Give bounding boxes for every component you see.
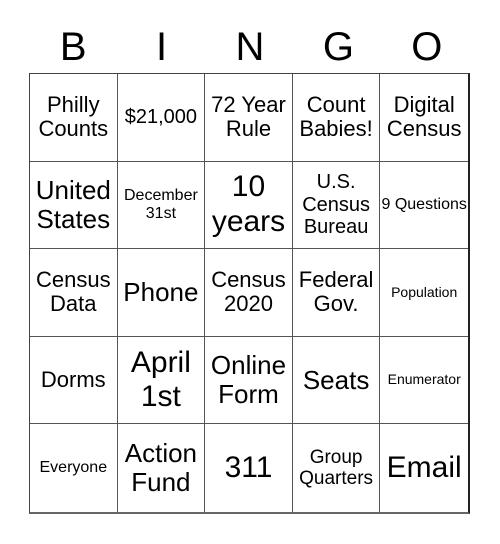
bingo-cell[interactable]: Population: [380, 249, 468, 337]
header-letter-g: G: [322, 25, 354, 69]
bingo-cell[interactable]: Enumerator: [380, 337, 468, 425]
bingo-cell[interactable]: Everyone: [30, 424, 118, 512]
bingo-cell-text: Everyone: [39, 459, 108, 477]
bingo-cell[interactable]: Group Quarters: [293, 424, 381, 512]
bingo-header: B I N G O: [29, 22, 471, 72]
bingo-card-grid: Philly Counts $21,000 72 Year Rule Count Ba…: [29, 73, 470, 514]
bingo-cell-text: 10 years: [211, 170, 286, 238]
bingo-cell[interactable]: 10 years: [205, 161, 293, 250]
bingo-cell-text: Population: [391, 283, 458, 300]
bingo-cell-text: Enumerator: [387, 371, 461, 388]
bingo-cell[interactable]: Count Babies!: [292, 74, 381, 162]
bingo-cell-text: 311: [224, 450, 273, 484]
bingo-cell-text: Census 2020: [211, 266, 286, 317]
bingo-cell-text: U.S. Census Bureau: [302, 171, 370, 239]
bingo-cell-text: Action Fund: [124, 438, 198, 498]
bingo-cell-text: $21,000: [124, 106, 198, 129]
header-letter-b: B: [59, 25, 87, 69]
bingo-cell-text: Dorms: [40, 366, 106, 392]
bingo-cell-text: Phone: [123, 276, 199, 307]
bingo-cell[interactable]: Seats: [292, 336, 381, 425]
bingo-cell[interactable]: Email: [380, 424, 468, 512]
bingo-cell[interactable]: Online Form: [205, 336, 293, 425]
bingo-cell[interactable]: U.S. Census Bureau: [292, 161, 381, 250]
bingo-cell[interactable]: $21,000: [117, 74, 206, 162]
header-letter-i: I: [156, 25, 168, 69]
bingo-cell[interactable]: Census Data: [30, 249, 118, 337]
bingo-cell[interactable]: United States: [30, 161, 118, 250]
bingo-cell[interactable]: Census 2020: [205, 249, 293, 337]
bingo-cell-text: Online Form: [210, 349, 287, 410]
bingo-cell[interactable]: 311: [205, 424, 293, 512]
bingo-cell-text: Seats: [302, 364, 370, 395]
bingo-cell-text: Count Babies!: [299, 91, 373, 142]
bingo-cell[interactable]: 72 Year Rule: [205, 74, 293, 162]
bingo-cell[interactable]: December 31st: [117, 161, 206, 250]
bingo-cell-text: 9 Questions: [381, 195, 467, 213]
bingo-cell[interactable]: Federal Gov.: [292, 249, 381, 337]
header-letter-o: O: [411, 25, 443, 69]
bingo-cell[interactable]: Action Fund: [118, 424, 206, 512]
bingo-cell[interactable]: Dorms: [30, 336, 118, 425]
bingo-cell-text: April 1st: [130, 345, 191, 414]
bingo-cell-text: 72 Year Rule: [211, 91, 286, 142]
bingo-cell-text: Philly Counts: [38, 91, 109, 142]
bingo-cell-text: December 31st: [123, 186, 198, 222]
header-letter-n: N: [235, 25, 265, 69]
bingo-cell-text: United States: [35, 174, 111, 234]
bingo-cell-text: Email: [386, 450, 462, 484]
bingo-cell-text: Digital Census: [386, 91, 462, 142]
bingo-cell[interactable]: 9 Questions: [380, 162, 468, 250]
bingo-cell[interactable]: April 1st: [117, 336, 206, 425]
bingo-cell-text: Federal Gov.: [298, 266, 374, 317]
bingo-cell[interactable]: Digital Census: [380, 74, 468, 162]
bingo-cell[interactable]: Phone: [117, 249, 206, 337]
bingo-cell-text: Group Quarters: [299, 446, 374, 490]
bingo-cell-text: Census Data: [36, 266, 111, 317]
bingo-cell[interactable]: Philly Counts: [30, 74, 118, 162]
